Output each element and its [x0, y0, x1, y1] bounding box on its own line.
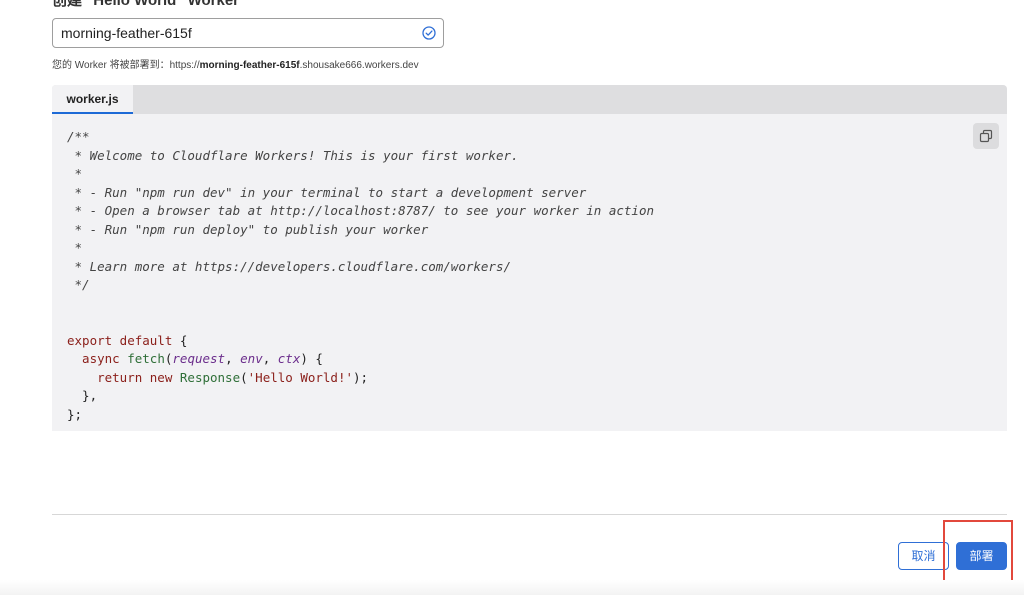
code-token: ,: [225, 351, 241, 366]
deploy-highlight-annotation: [943, 520, 1013, 585]
worker-name-input[interactable]: [53, 19, 413, 47]
code-token: * Learn more at https://developers.cloud…: [67, 258, 512, 274]
code-token: ) {: [300, 351, 323, 366]
code-line: * - Run "npm run deploy" to publish your…: [67, 221, 654, 240]
footer-divider: [52, 514, 1007, 515]
code-token: export default: [67, 332, 173, 348]
code-line: return new Response('Hello World!');: [67, 369, 654, 388]
code-line: };: [67, 406, 654, 425]
code-token: */: [67, 277, 90, 292]
code-line: export default {: [67, 332, 654, 351]
code-content[interactable]: /** * Welcome to Cloudflare Workers! Thi…: [67, 128, 654, 424]
code-token: /**: [67, 129, 90, 144]
deploy-hint-suffix: .shousake666.workers.dev: [299, 60, 419, 71]
code-token: };: [67, 406, 83, 422]
cancel-button[interactable]: 取消: [898, 542, 949, 570]
code-line: async fetch(request, env, ctx) {: [67, 350, 654, 369]
code-line: * - Run "npm run dev" in your terminal t…: [67, 184, 654, 203]
code-token: ctx: [277, 351, 301, 366]
deploy-url-hint: 您的 Worker 将被部署到：https://morning-feather-…: [52, 56, 419, 71]
code-line: /**: [67, 128, 654, 147]
page-title: 创建 "Hello World" Worker: [52, 0, 240, 9]
code-token: 'Hello World!': [247, 369, 353, 385]
code-token: * - Run "npm run dev" in your terminal t…: [67, 184, 587, 200]
deploy-hint-worker-name: morning-feather-615f: [199, 60, 300, 71]
editor-tab-bar: worker.js: [52, 85, 1007, 114]
code-token: async: [67, 351, 128, 366]
code-token: {: [172, 332, 188, 348]
code-token: env: [240, 351, 263, 366]
check-circle-icon: [422, 26, 436, 40]
code-line: * Learn more at https://developers.cloud…: [67, 258, 654, 277]
code-token: * - Open a browser tab at http://localho…: [67, 203, 654, 218]
code-token: return new: [67, 369, 180, 385]
copy-icon: [979, 129, 993, 143]
bottom-shade: [0, 580, 1024, 595]
code-line: *: [67, 165, 654, 184]
code-token: fetch: [127, 351, 165, 366]
code-token: Response: [179, 369, 241, 385]
code-editor[interactable]: worker.js /** * Welcome to Cloudflare Wo…: [52, 85, 1007, 431]
deploy-hint-prefix: 您的 Worker 将被部署到：https://: [52, 60, 200, 71]
code-token: *: [67, 166, 83, 181]
code-token: * Welcome to Cloudflare Workers! This is…: [67, 147, 519, 163]
code-token: (: [240, 369, 248, 385]
code-line: * - Open a browser tab at http://localho…: [67, 202, 654, 221]
code-token: },: [67, 388, 98, 403]
worker-name-field[interactable]: [52, 18, 444, 48]
copy-code-button[interactable]: [973, 123, 999, 149]
code-token: ,: [262, 351, 278, 366]
code-token: request: [172, 351, 226, 366]
code-token: );: [353, 369, 369, 385]
code-token: * - Run "npm run deploy" to publish your…: [67, 221, 429, 237]
code-line: *: [67, 239, 654, 258]
code-token: *: [67, 240, 83, 255]
code-line: },: [67, 387, 654, 406]
create-worker-page: 创建 "Hello World" Worker 您的 Worker 将被部署到：…: [0, 0, 1024, 595]
code-line: * Welcome to Cloudflare Workers! This is…: [67, 147, 654, 166]
code-line: */: [67, 276, 654, 295]
tab-worker-js[interactable]: worker.js: [52, 85, 133, 114]
